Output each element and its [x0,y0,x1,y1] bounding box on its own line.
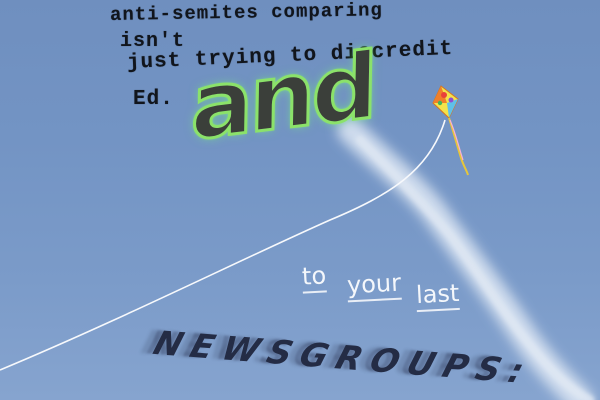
sky-background: anti-semites comparing isn't just trying… [0,0,600,400]
big-word-and: and [188,31,376,162]
phrase-word-your: your [346,268,402,303]
phrase-word-to-text: to [301,261,327,294]
phrase-word-last-text: last [415,278,461,313]
phrase-word-your-text: your [346,268,402,303]
phrase-word-last: last [415,278,461,313]
phrase-word-to: to [301,261,327,294]
typed-line-4: Ed. [133,88,174,111]
kite-icon [432,85,469,176]
